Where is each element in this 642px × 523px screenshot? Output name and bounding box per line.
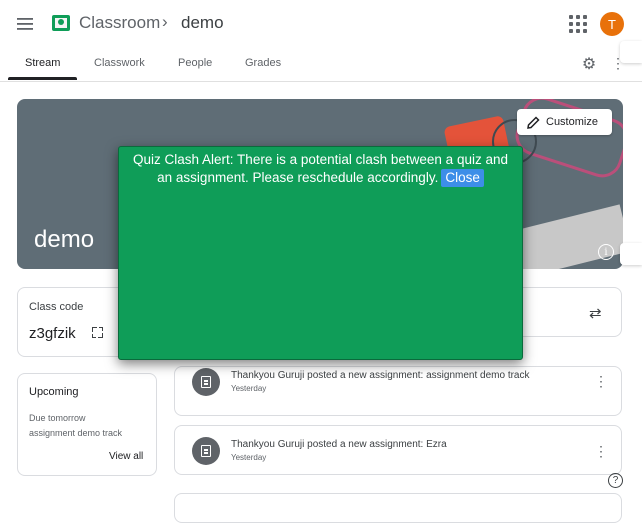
class-code-label: Class code	[29, 301, 84, 313]
help-icon[interactable]: ?	[608, 473, 623, 488]
gear-icon[interactable]: ⚙	[580, 55, 598, 73]
side-extension-icon-2[interactable]	[620, 243, 642, 265]
breadcrumb-separator: ›	[162, 12, 168, 31]
tab-stream[interactable]: Stream	[25, 57, 60, 69]
tab-grades[interactable]: Grades	[245, 57, 281, 69]
more-vert-icon[interactable]: ⋮	[594, 443, 608, 460]
list-item[interactable]	[174, 425, 622, 475]
tab-people[interactable]: People	[178, 57, 212, 69]
more-vert-icon[interactable]: ⋮	[611, 55, 625, 72]
post-text: Thankyou Guruji posted a new assignment:…	[231, 370, 530, 381]
swap-icon[interactable]: ⇄	[589, 304, 602, 322]
assignment-icon	[192, 368, 220, 396]
upcoming-item[interactable]: assignment demo track	[29, 428, 122, 438]
expand-icon[interactable]	[92, 327, 103, 338]
view-all-link[interactable]: View all	[109, 451, 143, 462]
list-item[interactable]	[174, 493, 622, 523]
class-code-value: z3gfzik	[29, 325, 76, 342]
app-title[interactable]: Classroom	[79, 13, 160, 33]
info-icon[interactable]: i	[598, 244, 614, 260]
post-date: Yesterday	[231, 384, 267, 393]
avatar[interactable]: T	[600, 12, 624, 36]
tab-classwork[interactable]: Classwork	[94, 57, 145, 69]
banner-class-title: demo	[34, 226, 95, 253]
post-text: Thankyou Guruji posted a new assignment:…	[231, 439, 447, 450]
customize-button[interactable]: Customize	[517, 109, 612, 135]
more-vert-icon[interactable]: ⋮	[594, 373, 608, 390]
class-title: demo	[181, 13, 224, 32]
assignment-icon	[192, 437, 220, 465]
classroom-logo-icon[interactable]	[52, 15, 70, 31]
close-button[interactable]: Close	[441, 169, 484, 187]
alert-message-container: Quiz Clash Alert: There is a potential c…	[128, 151, 513, 187]
post-date: Yesterday	[231, 453, 267, 462]
edit-pencil-icon	[527, 115, 540, 129]
customize-label: Customize	[546, 116, 598, 128]
active-tab-indicator	[8, 77, 77, 80]
upcoming-due: Due tomorrow	[29, 413, 86, 423]
apps-grid-icon[interactable]	[567, 13, 587, 33]
upcoming-title: Upcoming	[29, 386, 79, 398]
menu-icon[interactable]	[10, 10, 40, 38]
